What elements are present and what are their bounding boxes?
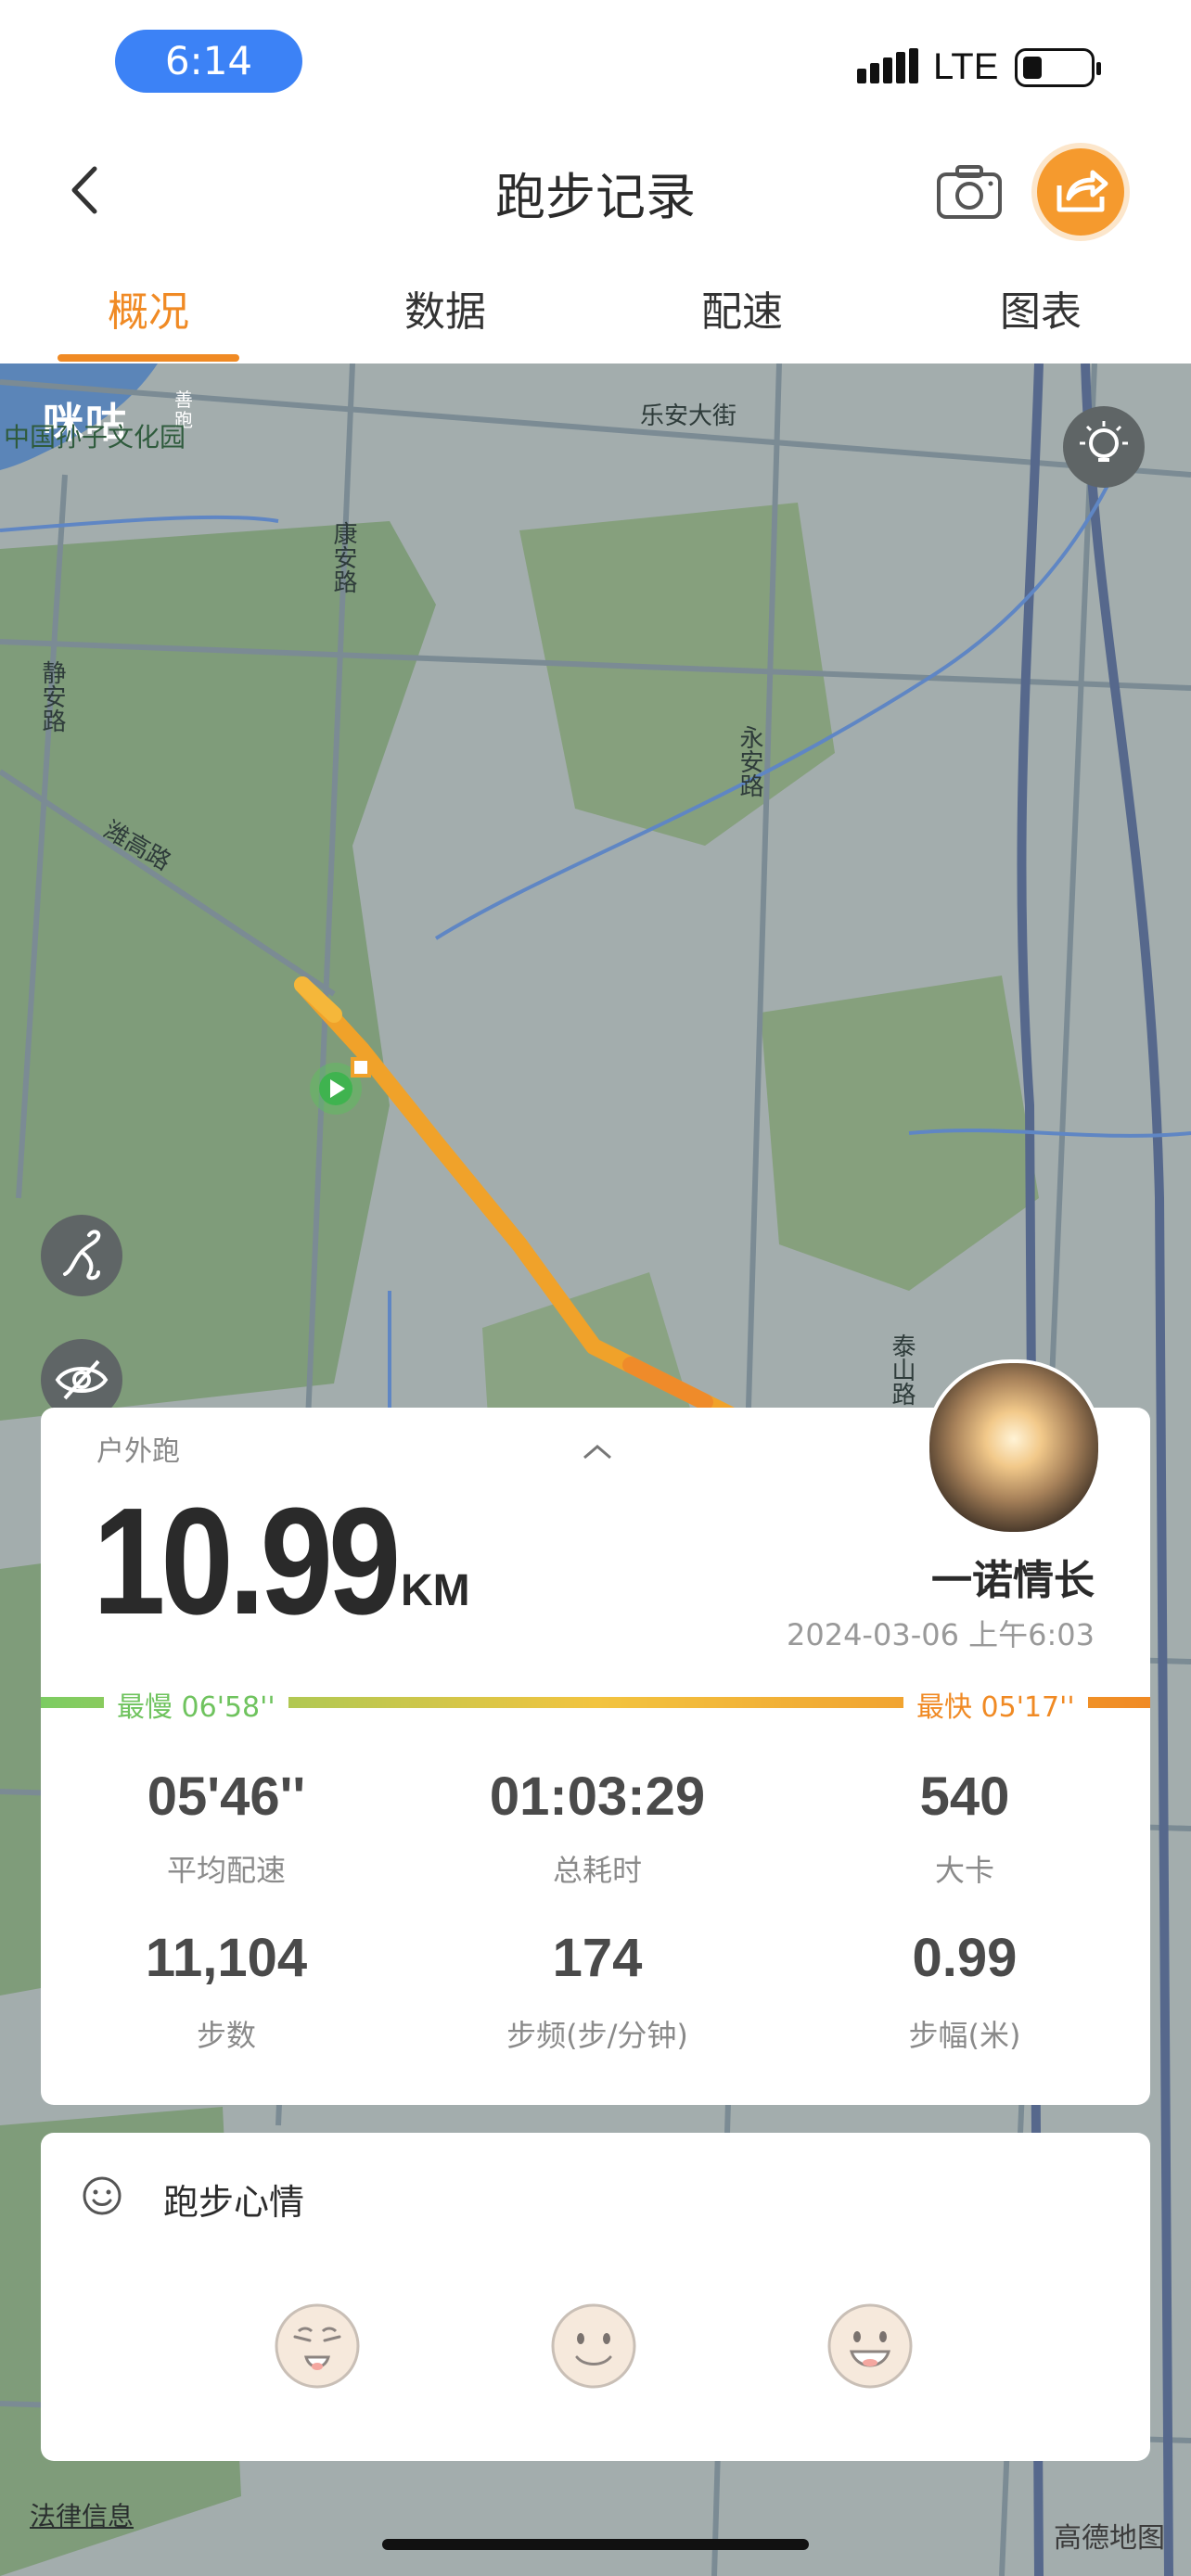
map-runner-button[interactable]	[41, 1215, 122, 1296]
mood-title: 跑步心情	[163, 2182, 305, 2223]
fastest-pace: 最快 05'17''	[903, 1684, 1088, 1725]
steps-label: 步数	[196, 2018, 256, 2053]
calories-label: 大卡	[934, 1853, 994, 1888]
tab-data[interactable]: 数据	[352, 278, 538, 338]
distance-value: 10.99	[93, 1476, 401, 1646]
smiley-icon	[83, 2176, 122, 2215]
run-datetime: 2024-03-06 上午6:03	[786, 1617, 1095, 1652]
runner-icon	[63, 1230, 101, 1281]
status-time: 6:14	[115, 30, 302, 93]
battery-icon	[1015, 48, 1101, 87]
username: 一诺情长	[931, 1557, 1095, 1604]
calm-face-icon[interactable]	[549, 2302, 638, 2391]
avatar[interactable]	[926, 1359, 1102, 1536]
road-label: 永安路	[736, 725, 763, 797]
calories-value: 540	[919, 1766, 1010, 1827]
chevron-up-icon[interactable]	[581, 1443, 614, 1461]
stride-value: 0.99	[912, 1928, 1018, 1988]
lightbulb-icon	[1080, 421, 1128, 462]
camera-icon[interactable]	[935, 163, 1004, 221]
legal-info-link[interactable]: 法律信息	[30, 2496, 134, 2533]
slowest-pace: 最慢 06'58''	[104, 1684, 288, 1725]
tab-overview[interactable]: 概况	[56, 278, 241, 338]
cadence-label: 步频(步/分钟)	[506, 2018, 688, 2053]
share-icon	[1057, 170, 1108, 212]
road-label: 泰山路	[888, 1333, 916, 1406]
map-park-label: 中国孙子文化园	[4, 422, 186, 453]
page-title: 跑步记录	[495, 168, 696, 226]
road-label: 静安路	[38, 660, 66, 733]
total-time-label: 总耗时	[552, 1853, 642, 1888]
total-time-value: 01:03:29	[489, 1766, 706, 1827]
stride-label: 步幅(米)	[908, 2018, 1021, 2053]
share-button[interactable]	[1037, 148, 1124, 236]
network-type: LTE	[933, 46, 999, 87]
tired-face-icon[interactable]	[273, 2302, 362, 2391]
road-label: 乐安大街	[640, 402, 737, 430]
map-light-button[interactable]	[1063, 406, 1145, 488]
home-indicator	[382, 2539, 809, 2550]
tab-pace[interactable]: 配速	[649, 278, 835, 338]
distance-unit: KM	[401, 1566, 470, 1615]
road-label: 康安路	[329, 521, 357, 593]
steps-value: 11,104	[145, 1928, 308, 1988]
cadence-value: 174	[552, 1928, 643, 1988]
avg-pace-value: 05'46''	[147, 1766, 306, 1827]
run-type-label: 户外跑	[96, 1435, 180, 1468]
happy-face-icon[interactable]	[826, 2302, 915, 2391]
tab-active-indicator	[58, 354, 239, 362]
map-provider-logo: 高德地图	[1054, 2522, 1165, 2555]
signal-icon	[857, 48, 918, 83]
tab-chart[interactable]: 图表	[948, 278, 1133, 338]
avg-pace-label: 平均配速	[166, 1853, 286, 1888]
